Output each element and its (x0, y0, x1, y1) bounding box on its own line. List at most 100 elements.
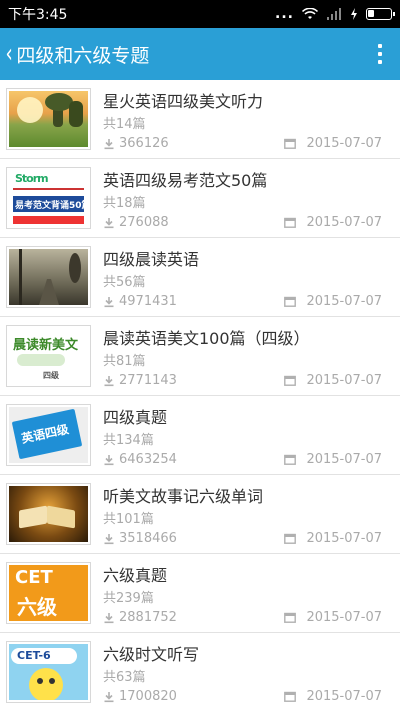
thumb-cover-text: CET-6 (17, 649, 51, 662)
status-icons: ... (275, 6, 395, 22)
item-count: 共81篇 (103, 354, 146, 369)
download-icon (104, 612, 114, 623)
download-count-value: 3518466 (119, 531, 177, 546)
download-count-value: 6463254 (119, 452, 177, 467)
download-icon (104, 691, 114, 702)
item-date: 2015-07-07 (284, 689, 382, 704)
download-count-value: 1700820 (119, 689, 177, 704)
thumbnail-image: CET 六级 (6, 562, 91, 624)
thumb-cover-text: 晨读新美文 (13, 338, 79, 353)
calendar-icon (284, 375, 297, 386)
item-count: 共14篇 (103, 117, 146, 132)
date-value: 2015-07-07 (306, 689, 382, 704)
download-icon (104, 375, 114, 386)
download-count: 366126 (103, 136, 169, 151)
calendar-icon (284, 612, 297, 623)
download-count-value: 2771143 (119, 373, 177, 388)
status-bar: 下午3:45 ... (0, 0, 400, 28)
item-date: 2015-07-07 (284, 136, 382, 151)
charging-icon (351, 8, 357, 20)
download-count: 4971431 (103, 294, 177, 309)
topic-list: 星火英语四级美文听力 共14篇 366126 2015-07-07 Storm … (0, 80, 400, 711)
item-count: 共18篇 (103, 196, 146, 211)
date-value: 2015-07-07 (306, 294, 382, 309)
thumbnail-image (6, 246, 91, 308)
page-title: 四级和六级专题 (16, 44, 150, 67)
thumbnail-image (6, 88, 91, 150)
download-count: 3518466 (103, 531, 177, 546)
item-title: 四级真题 (103, 408, 168, 427)
signal-icon (327, 8, 341, 20)
calendar-icon (284, 691, 297, 702)
back-chevron-icon: ‹ (5, 39, 13, 69)
overflow-menu-icon[interactable] (374, 44, 386, 64)
calendar-icon (284, 217, 297, 228)
download-count-value: 2881752 (119, 610, 177, 625)
item-title: 听美文故事记六级单词 (103, 487, 264, 506)
date-value: 2015-07-07 (306, 136, 382, 151)
thumbnail-image: CET-6 (6, 641, 91, 703)
notification-dots-icon: ... (275, 6, 294, 22)
download-count-value: 276088 (119, 215, 169, 230)
date-value: 2015-07-07 (306, 452, 382, 467)
back-button[interactable]: ‹ 四级和六级专题 (4, 39, 150, 69)
thumb-cover-text: CET (15, 567, 53, 588)
item-date: 2015-07-07 (284, 531, 382, 546)
status-time: 下午3:45 (8, 7, 68, 23)
download-icon (104, 217, 114, 228)
download-icon (104, 533, 114, 544)
item-title: 六级时文听写 (103, 645, 200, 664)
item-date: 2015-07-07 (284, 294, 382, 309)
list-item[interactable]: CET 六级 六级真题 共239篇 2881752 2015-07-07 (0, 554, 400, 633)
list-item[interactable]: 英语四级 四级真题 共134篇 6463254 2015-07-07 (0, 396, 400, 475)
list-item[interactable]: 星火英语四级美文听力 共14篇 366126 2015-07-07 (0, 80, 400, 159)
item-title: 晨读英语美文100篇（四级） (103, 329, 310, 348)
thumbnail-image: 晨读新美文 四级 (6, 325, 91, 387)
calendar-icon (284, 138, 297, 149)
date-value: 2015-07-07 (306, 610, 382, 625)
date-value: 2015-07-07 (306, 215, 382, 230)
app-bar: ‹ 四级和六级专题 (0, 28, 400, 80)
item-count: 共134篇 (103, 433, 154, 448)
item-date: 2015-07-07 (284, 373, 382, 388)
thumb-cover-subtext: 四级 (43, 371, 59, 380)
calendar-icon (284, 296, 297, 307)
download-count-value: 4971431 (119, 294, 177, 309)
battery-icon (366, 8, 395, 20)
download-count: 1700820 (103, 689, 177, 704)
thumb-cover-text: 易考范文背诵50篇 (15, 201, 88, 211)
item-title: 英语四级易考范文50篇 (103, 171, 268, 190)
download-icon (104, 138, 114, 149)
item-title: 六级真题 (103, 566, 168, 585)
list-item[interactable]: 听美文故事记六级单词 共101篇 3518466 2015-07-07 (0, 475, 400, 554)
download-count: 276088 (103, 215, 169, 230)
item-date: 2015-07-07 (284, 610, 382, 625)
list-item[interactable]: 四级晨读英语 共56篇 4971431 2015-07-07 (0, 238, 400, 317)
list-item[interactable]: CET-6 六级时文听写 共63篇 1700820 2015-07-07 (0, 633, 400, 711)
date-value: 2015-07-07 (306, 373, 382, 388)
download-icon (104, 296, 114, 307)
thumb-cover-subtext: 六级 (17, 595, 57, 619)
calendar-icon (284, 454, 297, 465)
calendar-icon (284, 533, 297, 544)
item-title: 星火英语四级美文听力 (103, 92, 264, 111)
thumbnail-image: 英语四级 (6, 404, 91, 466)
wifi-icon (302, 8, 318, 19)
item-count: 共239篇 (103, 591, 154, 606)
download-count: 6463254 (103, 452, 177, 467)
download-count: 2771143 (103, 373, 177, 388)
download-count-value: 366126 (119, 136, 169, 151)
date-value: 2015-07-07 (306, 531, 382, 546)
item-count: 共63篇 (103, 670, 146, 685)
download-icon (104, 454, 114, 465)
thumbnail-image: Storm 易考范文背诵50篇 (6, 167, 91, 229)
list-item[interactable]: Storm 易考范文背诵50篇 英语四级易考范文50篇 共18篇 276088 … (0, 159, 400, 238)
thumbnail-image (6, 483, 91, 545)
item-title: 四级晨读英语 (103, 250, 200, 269)
download-count: 2881752 (103, 610, 177, 625)
item-count: 共56篇 (103, 275, 146, 290)
list-item[interactable]: 晨读新美文 四级 晨读英语美文100篇（四级） 共81篇 2771143 201… (0, 317, 400, 396)
item-date: 2015-07-07 (284, 452, 382, 467)
battery-level (368, 10, 374, 17)
item-count: 共101篇 (103, 512, 154, 527)
